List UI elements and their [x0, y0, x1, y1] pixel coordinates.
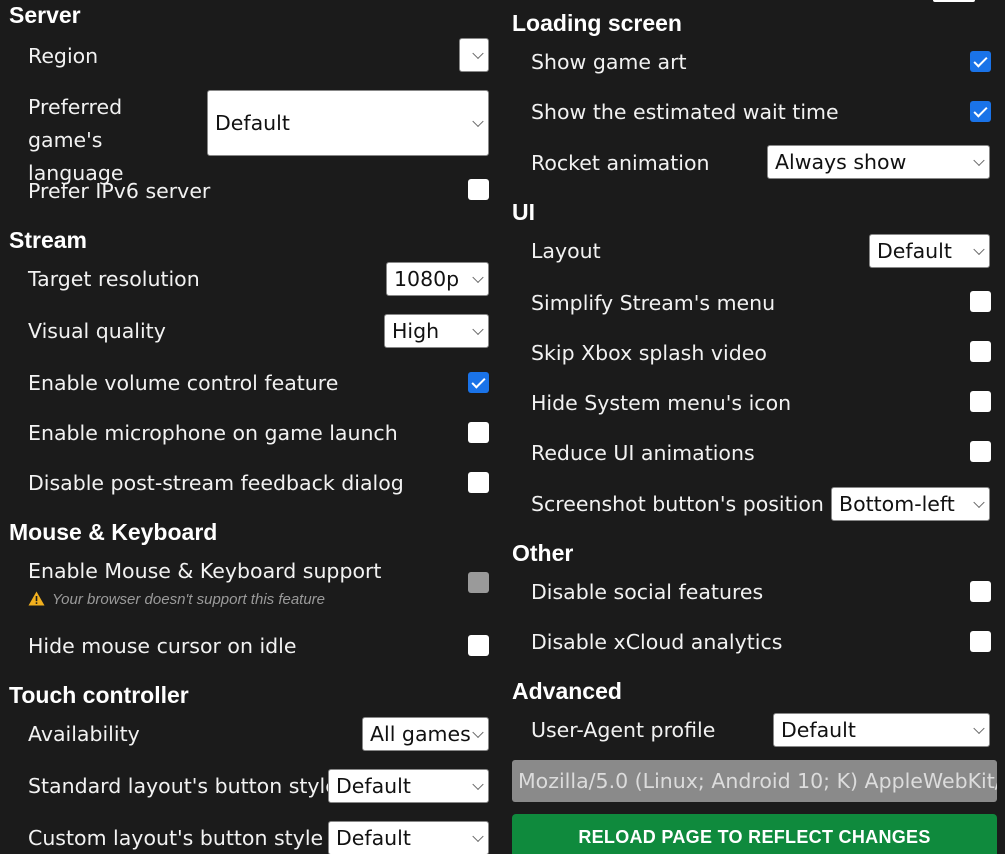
volume-checkbox[interactable] — [468, 372, 489, 393]
hide-sys-icon-label: Hide System menu's icon — [531, 391, 792, 415]
hide-cursor-label: Hide mouse cursor on idle — [28, 634, 297, 658]
chevron-down-icon — [472, 778, 484, 791]
mic-label: Enable microphone on game launch — [28, 421, 398, 445]
language-label: Preferred game's language — [28, 95, 124, 185]
layout-value: Default — [877, 239, 952, 263]
hide-cursor-checkbox[interactable] — [468, 635, 489, 656]
section-title-loading: Loading screen — [512, 10, 682, 36]
reduce-anim-checkbox[interactable] — [970, 441, 991, 462]
chevron-down-icon — [472, 271, 484, 284]
simplify-checkbox[interactable] — [970, 291, 991, 312]
feedback-label: Disable post-stream feedback dialog — [28, 471, 404, 495]
screenshot-pos-select[interactable]: Bottom-left — [831, 487, 990, 521]
reload-page-button[interactable]: RELOAD PAGE TO REFLECT CHANGES — [512, 814, 997, 854]
ua-profile-label: User-Agent profile — [531, 718, 716, 742]
wait-time-label: Show the estimated wait time — [531, 100, 839, 124]
region-label: Region — [28, 44, 99, 68]
ua-profile-value: Default — [781, 718, 856, 742]
section-title-mkb: Mouse & Keyboard — [9, 519, 218, 545]
availability-select[interactable]: All games — [362, 717, 489, 751]
wait-time-checkbox[interactable] — [970, 101, 991, 122]
skip-splash-label: Skip Xbox splash video — [531, 341, 767, 365]
standard-style-select[interactable]: Default — [328, 769, 489, 803]
quality-value: High — [392, 319, 440, 343]
chevron-down-icon — [472, 726, 484, 739]
standard-style-label: Standard layout's button style — [28, 774, 338, 798]
language-value: Default — [215, 111, 290, 135]
volume-label: Enable volume control feature — [28, 371, 339, 395]
ipv6-label: Prefer IPv6 server — [28, 179, 211, 203]
custom-style-value: Default — [336, 826, 411, 850]
hide-sys-icon-checkbox[interactable] — [970, 391, 991, 412]
section-title-touch: Touch controller — [9, 682, 189, 708]
quality-select[interactable]: High — [384, 314, 489, 348]
rocket-value: Always show — [775, 150, 907, 174]
resolution-label: Target resolution — [28, 267, 200, 291]
layout-select[interactable]: Default — [869, 234, 990, 268]
chevron-down-icon — [472, 323, 484, 336]
feedback-checkbox[interactable] — [468, 472, 489, 493]
reduce-anim-label: Reduce UI animations — [531, 441, 755, 465]
section-title-ui: UI — [512, 199, 535, 225]
screenshot-pos-label: Screenshot button's position — [531, 492, 824, 516]
ua-string-field: Mozilla/5.0 (Linux; Android 10; K) Apple… — [512, 760, 997, 802]
section-title-server: Server — [9, 2, 81, 28]
resolution-select[interactable]: 1080p — [386, 262, 489, 296]
mkb-support-checkbox — [468, 572, 489, 593]
quality-label: Visual quality — [28, 319, 166, 343]
analytics-checkbox[interactable] — [970, 631, 991, 652]
screenshot-pos-value: Bottom-left — [839, 492, 955, 516]
availability-value: All games — [370, 722, 471, 746]
language-select[interactable]: Default — [207, 90, 489, 156]
standard-style-value: Default — [336, 774, 411, 798]
section-title-stream: Stream — [9, 227, 87, 253]
chevron-down-icon — [973, 243, 985, 256]
ipv6-checkbox[interactable] — [468, 179, 489, 200]
mic-checkbox[interactable] — [468, 422, 489, 443]
chevron-down-icon — [973, 496, 985, 509]
custom-style-label: Custom layout's button style — [28, 826, 324, 850]
availability-label: Availability — [28, 722, 140, 746]
section-title-other: Other — [512, 540, 574, 566]
chevron-down-icon — [472, 830, 484, 843]
chevron-down-icon — [472, 47, 484, 60]
rocket-select[interactable]: Always show — [767, 145, 990, 179]
social-checkbox[interactable] — [970, 581, 991, 602]
ua-profile-select[interactable]: Default — [773, 713, 990, 747]
custom-style-select[interactable]: Default — [328, 821, 489, 854]
mkb-support-label: Enable Mouse & Keyboard support — [28, 559, 382, 583]
mkb-support-note: Your browser doesn't support this featur… — [52, 591, 326, 608]
chevron-down-icon — [973, 722, 985, 735]
warning-icon — [28, 591, 45, 606]
layout-label: Layout — [531, 239, 601, 263]
rocket-label: Rocket animation — [531, 151, 710, 175]
social-label: Disable social features — [531, 580, 764, 604]
section-title-advanced: Advanced — [512, 678, 622, 704]
chevron-down-icon — [973, 154, 985, 167]
region-select[interactable] — [459, 38, 489, 72]
analytics-label: Disable xCloud analytics — [531, 630, 783, 654]
chevron-down-icon — [472, 115, 484, 128]
partial-control[interactable] — [933, 0, 975, 2]
skip-splash-checkbox[interactable] — [970, 341, 991, 362]
simplify-label: Simplify Stream's menu — [531, 291, 776, 315]
resolution-value: 1080p — [394, 267, 460, 291]
game-art-checkbox[interactable] — [970, 51, 991, 72]
game-art-label: Show game art — [531, 50, 687, 74]
